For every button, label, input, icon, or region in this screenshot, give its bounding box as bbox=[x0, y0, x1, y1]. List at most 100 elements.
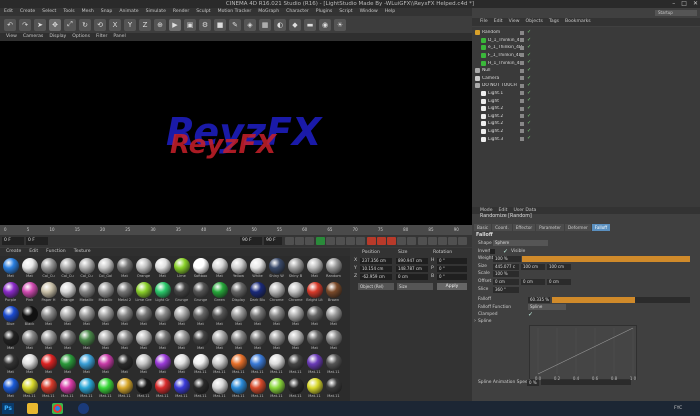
material-item[interactable]: Chrome bbox=[267, 282, 286, 306]
enabled-check-icon[interactable]: ✓ bbox=[527, 37, 531, 43]
spline-animation-speed-slider[interactable] bbox=[541, 380, 631, 385]
shape-dropdown[interactable]: Sphere bbox=[493, 240, 548, 246]
weight-field[interactable]: 100 % bbox=[493, 256, 521, 262]
next-frame-icon[interactable] bbox=[325, 237, 335, 245]
material-item[interactable]: Mat.11 bbox=[39, 378, 58, 401]
recent-icon[interactable]: ⟲ bbox=[94, 18, 106, 31]
material-item[interactable]: Mat bbox=[153, 330, 172, 354]
visibility-toggle[interactable] bbox=[520, 121, 524, 126]
material-item[interactable]: Mat bbox=[77, 306, 96, 330]
enabled-check-icon[interactable]: ✓ bbox=[527, 44, 531, 50]
menu-window[interactable]: Window bbox=[360, 8, 378, 16]
material-item[interactable]: Mat.11 bbox=[210, 378, 229, 401]
spline-animation-speed-field[interactable]: 0 % bbox=[527, 380, 539, 386]
spline-graph[interactable]: 0.0 0.2 0.4 0.6 0.8 1.0 bbox=[529, 325, 637, 381]
material-item[interactable]: Mat bbox=[248, 330, 267, 354]
viewport[interactable]: ReyzFX ReyzFX bbox=[0, 41, 472, 225]
coord-rotation-field[interactable]: 0 ° bbox=[437, 274, 467, 280]
object-menu-file[interactable]: File bbox=[480, 18, 488, 26]
material-item[interactable]: Mat bbox=[115, 330, 134, 354]
object-row[interactable]: Light ✓ bbox=[472, 97, 700, 105]
next-key-icon[interactable] bbox=[336, 237, 345, 245]
object-row[interactable]: e_1_Thinkin_4D ✓ bbox=[472, 44, 700, 52]
object-row[interactable]: Light.1 ✓ bbox=[472, 90, 700, 98]
visibility-toggle[interactable] bbox=[520, 68, 524, 73]
coord-position-field[interactable]: 237.356 cm bbox=[360, 258, 392, 264]
coord-position-field[interactable]: -62.959 cm bbox=[360, 274, 392, 280]
material-item[interactable]: White bbox=[248, 258, 267, 282]
material-item[interactable]: Metallic bbox=[77, 282, 96, 306]
material-item[interactable]: Mat bbox=[39, 306, 58, 330]
visibility-toggle[interactable] bbox=[520, 76, 524, 81]
menu-select[interactable]: Select bbox=[42, 8, 56, 16]
object-row[interactable]: F_1_Thinkin_4D ✓ bbox=[472, 52, 700, 60]
material-item[interactable]: Black bbox=[20, 306, 39, 330]
material-item[interactable]: Blue bbox=[1, 306, 20, 330]
object-menu-edit[interactable]: Edit bbox=[494, 18, 503, 26]
param-key-icon[interactable] bbox=[427, 237, 437, 245]
start-frame-field[interactable]: 0 F bbox=[26, 237, 48, 245]
material-item[interactable]: Mat.11 bbox=[191, 354, 210, 378]
min-frame-field[interactable]: 90 F bbox=[264, 237, 282, 245]
menu-character[interactable]: Character bbox=[286, 8, 309, 16]
material-item[interactable]: Mat bbox=[324, 306, 343, 330]
enabled-check-icon[interactable]: ✓ bbox=[527, 82, 531, 88]
material-item[interactable]: Mat bbox=[58, 306, 77, 330]
visibility-toggle[interactable] bbox=[520, 83, 524, 88]
light-icon[interactable]: ☀ bbox=[334, 18, 346, 31]
object-menu-tags[interactable]: Tags bbox=[549, 18, 559, 26]
object-row[interactable]: D_1_Thinkin_4D ✓ bbox=[472, 37, 700, 45]
subdivision-icon[interactable]: ◈ bbox=[244, 18, 256, 31]
offset-z-field[interactable]: 0 cm bbox=[547, 279, 571, 285]
explorer-icon[interactable] bbox=[27, 403, 38, 414]
material-item[interactable]: Grunge bbox=[172, 282, 191, 306]
material-item[interactable]: Mat bbox=[305, 330, 324, 354]
material-item[interactable]: Pink bbox=[20, 282, 39, 306]
minimize-button[interactable]: – bbox=[672, 0, 675, 8]
enabled-check-icon[interactable]: ✓ bbox=[527, 52, 531, 58]
material-item[interactable]: Mat bbox=[115, 258, 134, 282]
apply-button[interactable]: Apply bbox=[437, 283, 467, 290]
sweep-icon[interactable]: ◐ bbox=[274, 18, 286, 31]
enabled-check-icon[interactable]: ✓ bbox=[527, 97, 531, 103]
material-item[interactable]: Mat.11 bbox=[172, 378, 191, 401]
record-icon[interactable] bbox=[366, 237, 376, 245]
material-item[interactable]: Mat bbox=[1, 330, 20, 354]
rotate-icon[interactable]: ↻ bbox=[79, 18, 91, 31]
viewport-menu-filter[interactable]: Filter bbox=[96, 33, 107, 41]
material-item[interactable]: Mat bbox=[172, 330, 191, 354]
viewport-menu-cameras[interactable]: Cameras bbox=[23, 33, 43, 41]
select-icon[interactable]: ➤ bbox=[34, 18, 46, 31]
pos-key-icon[interactable] bbox=[397, 237, 407, 245]
object-row[interactable]: Random ✓ bbox=[472, 29, 700, 37]
timeline-icon[interactable] bbox=[458, 237, 468, 245]
menu-render[interactable]: Render bbox=[173, 8, 189, 16]
deformer-icon[interactable]: ◆ bbox=[289, 18, 301, 31]
camera-icon[interactable]: ◉ bbox=[319, 18, 331, 31]
tab-deformer[interactable]: Deformer bbox=[564, 224, 591, 231]
viewport-menu-display[interactable]: Display bbox=[49, 33, 66, 41]
material-item[interactable]: Mat.11 bbox=[267, 354, 286, 378]
menu-sculpt[interactable]: Sculpt bbox=[196, 8, 210, 16]
tab-parameter[interactable]: Parameter bbox=[536, 224, 564, 231]
spline-curve[interactable] bbox=[537, 327, 634, 375]
visibility-toggle[interactable] bbox=[520, 45, 524, 50]
material-item[interactable]: Mat.11 bbox=[286, 378, 305, 401]
material-item[interactable]: Metal 2 bbox=[115, 282, 134, 306]
enabled-check-icon[interactable]: ✓ bbox=[527, 113, 531, 119]
material-item[interactable]: Col_Cu bbox=[58, 258, 77, 282]
material-item[interactable]: Mat bbox=[96, 330, 115, 354]
material-item[interactable]: Col_Cu bbox=[39, 258, 58, 282]
attr-menu-edit[interactable]: Edit bbox=[499, 207, 508, 214]
close-button[interactable]: ✕ bbox=[693, 0, 698, 8]
tab-coord[interactable]: Coord. bbox=[492, 224, 512, 231]
material-item[interactable]: Mat bbox=[324, 330, 343, 354]
material-item[interactable]: Mat.11 bbox=[134, 378, 153, 401]
material-item[interactable]: Mat.11 bbox=[324, 378, 343, 401]
move-icon[interactable]: ✥ bbox=[49, 18, 61, 31]
material-item[interactable]: Mat bbox=[58, 330, 77, 354]
material-item[interactable]: Mat.11 bbox=[305, 354, 324, 378]
material-item[interactable]: Mat bbox=[20, 258, 39, 282]
menu-help[interactable]: Help bbox=[385, 8, 395, 16]
scale-icon[interactable]: ⤢ bbox=[64, 18, 76, 31]
